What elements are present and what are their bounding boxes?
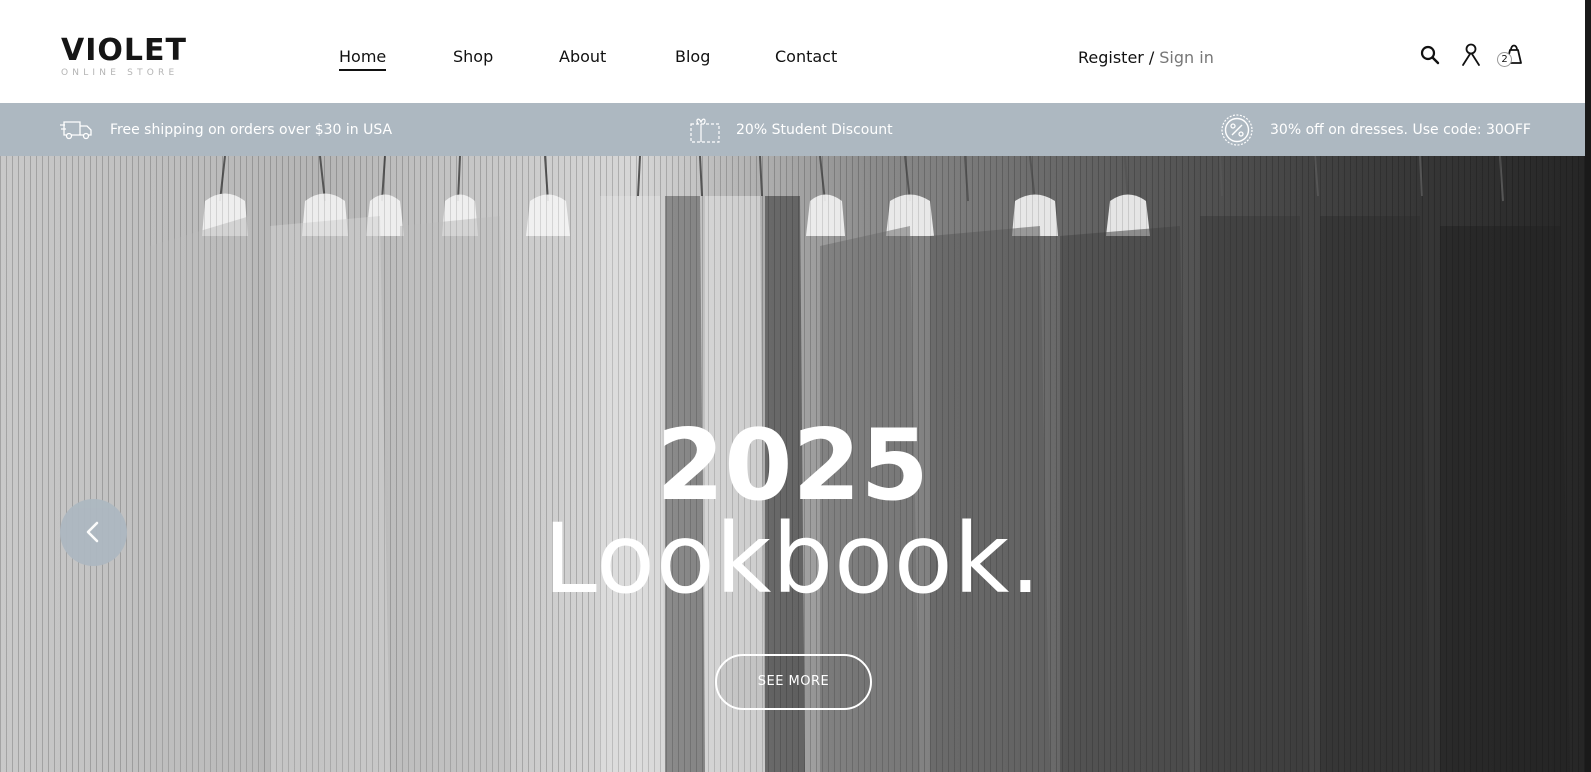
hero-year: 2025 [656,409,929,523]
page-scrollbar[interactable] [1585,0,1591,772]
hero-banner: 2025 Lookbook. SEE MORE [0,156,1585,772]
promo-text-shipping: Free shipping on orders over $30 in USA [110,121,393,138]
gift-coupon-icon [690,118,720,143]
cart-count-badge: 2 [1497,52,1512,67]
user-icon[interactable] [1461,43,1481,71]
nav-item-blog[interactable]: Blog [675,47,710,67]
logo-subtitle: ONLINE STORE [61,68,179,78]
logo-title: VIOLET [61,33,187,68]
nav-item-about[interactable]: About [559,47,606,67]
search-icon[interactable] [1420,45,1440,69]
hero-title: Lookbook. [543,503,1042,615]
nav-item-home[interactable]: Home [339,47,387,71]
promo-item-student: 20% Student Discount [690,103,893,156]
promo-item-shipping: Free shipping on orders over $30 in USA [60,103,392,156]
logo[interactable]: VIOLET ONLINE STORE [61,33,187,79]
site-header: VIOLET ONLINE STORE Home Shop About Blog… [0,0,1591,103]
register-link[interactable]: Register [1078,48,1144,67]
promo-item-dresses: 30% off on dresses. Use code: 30OFF [1220,103,1531,156]
promo-text-student: 20% Student Discount [736,121,893,138]
promo-text-dresses: 30% off on dresses. Use code: 30OFF [1270,121,1531,138]
percent-badge-icon [1221,113,1253,146]
delivery-truck-icon [60,120,92,139]
see-more-button[interactable]: SEE MORE [715,654,872,710]
signin-link[interactable]: Sign in [1159,48,1214,67]
auth-separator: / [1148,48,1155,67]
nav-item-contact[interactable]: Contact [775,47,837,67]
promo-bar: Free shipping on orders over $30 in USA … [0,103,1585,156]
auth-links: Register / Sign in [1078,48,1214,68]
nav-item-shop[interactable]: Shop [453,47,493,67]
